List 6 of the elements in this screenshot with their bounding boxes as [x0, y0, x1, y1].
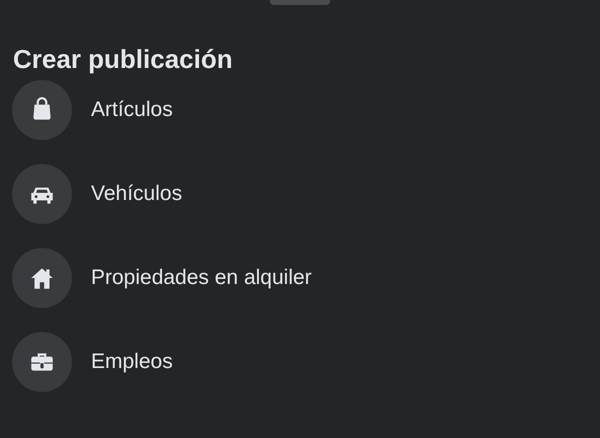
menu-item-label[interactable]: Artículos [91, 94, 173, 126]
drag-handle[interactable] [270, 0, 330, 5]
menu-item-label[interactable]: Vehículos [91, 178, 182, 210]
menu-item-label[interactable]: Empleos [91, 346, 173, 378]
sheet-title: Crear publicación [13, 43, 234, 75]
menu-item-label[interactable]: Propiedades en alquiler [91, 262, 312, 294]
